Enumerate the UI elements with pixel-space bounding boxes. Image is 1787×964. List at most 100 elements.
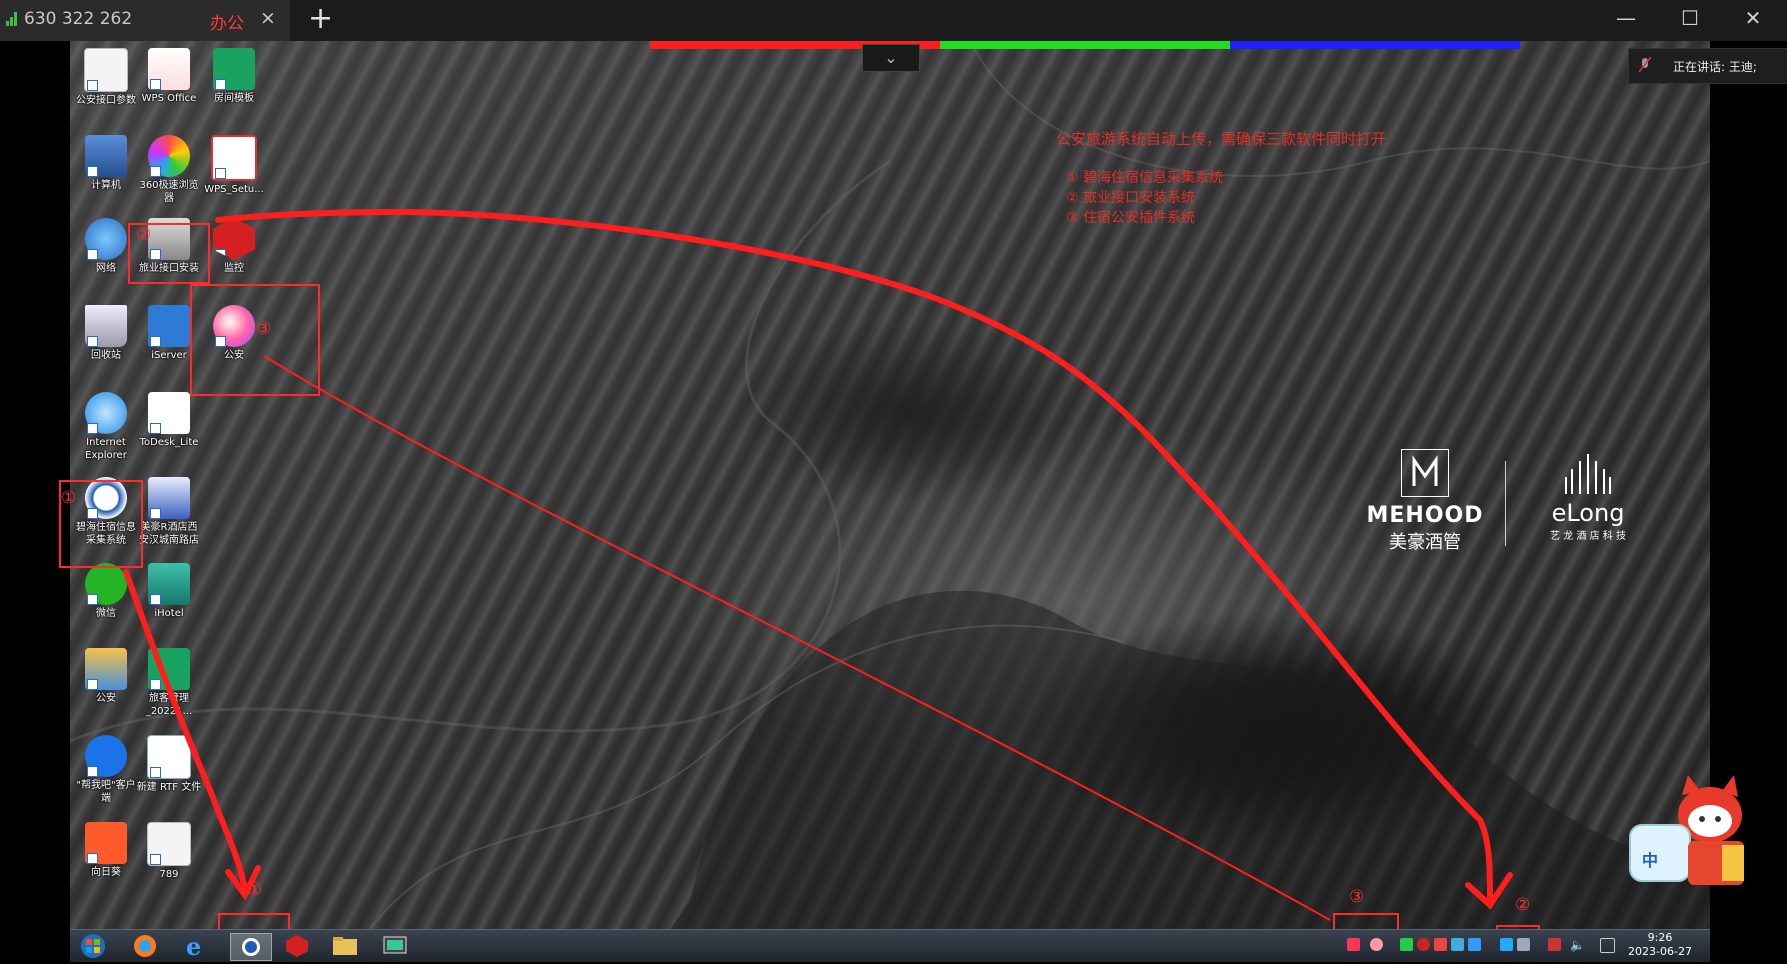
folder-zip-icon	[85, 648, 127, 690]
desktop-icon-sunflower[interactable]: 向日葵	[73, 822, 139, 879]
tray-police-plugin-icon[interactable]	[1370, 938, 1383, 951]
signal-icon	[6, 12, 20, 26]
bihai-icon[interactable]	[230, 933, 272, 961]
desktop-icon-label: 公安接口参数	[76, 95, 136, 106]
mehood-m-icon	[1401, 449, 1449, 497]
tray-wps-icon[interactable]	[1347, 938, 1360, 951]
desktop-icon-computer[interactable]: 计算机	[73, 135, 139, 192]
tray-todesk-icon[interactable]	[1500, 938, 1513, 951]
desktop-icon-label: 微信	[96, 608, 116, 619]
shortcut-arrow-icon	[87, 853, 98, 864]
taskbar: e 🔈	[70, 929, 1710, 962]
desktop-icon-360-browser[interactable]: 360极速浏览器	[136, 135, 202, 205]
desktop-icon-bangwoba[interactable]: "帮我吧"客户端	[73, 735, 139, 805]
tray-icon-5[interactable]	[1548, 938, 1561, 951]
desktop-icon-recycle-bin[interactable]: 回收站	[73, 305, 139, 362]
network-tray-icon[interactable]	[1600, 938, 1615, 953]
shortcut-arrow-icon	[87, 80, 98, 91]
tray-icon-3[interactable]	[1451, 938, 1464, 951]
desktop-icon-label: 监控	[224, 263, 244, 274]
clock-time: 9:26	[1647, 931, 1673, 944]
shortcut-arrow-icon	[150, 79, 161, 90]
mehood-cn: 美豪酒管	[1389, 532, 1461, 553]
rgb-bar-green	[940, 41, 1230, 49]
taskbar-marker-2-label: ②	[1515, 895, 1531, 915]
monitor-app-icon	[213, 218, 255, 260]
rgb-bar-blue	[1230, 41, 1520, 49]
desktop-icon-wps-setup[interactable]: WPS_Setu...	[201, 135, 267, 196]
tray-server-icon[interactable]	[1517, 938, 1530, 951]
remote-desktop: MEHOOD 美豪酒管 eLong 艺 龙 酒 店 科 技 公安旅游系统自动上传…	[70, 41, 1710, 929]
marker-3-label: ③	[256, 319, 272, 339]
desktop-icon-wps-office[interactable]: WPS Office	[136, 48, 202, 105]
wps-office-icon	[148, 48, 190, 90]
shortcut-arrow-icon	[150, 423, 161, 434]
desktop-icon-todesk[interactable]: ToDesk_Lite	[136, 392, 202, 449]
desktop-icon-wechat[interactable]: 微信	[73, 563, 139, 620]
chevron-down-icon[interactable]: ⌄	[862, 44, 920, 72]
desktop-icon-spreadsheet[interactable]: 旅客管理_20221...	[136, 648, 202, 718]
tray-icon-2[interactable]	[1434, 938, 1447, 951]
desktop-icon-label: WPS_Setu...	[204, 184, 264, 195]
shortcut-arrow-icon	[150, 594, 161, 605]
tray-monitor-icon[interactable]	[1417, 938, 1430, 951]
ihotel-icon	[148, 563, 190, 605]
desktop-icon-label: 房间模板	[214, 93, 254, 104]
desktop-icon-label: 向日葵	[91, 867, 121, 878]
remote-desktop-icon[interactable]	[378, 933, 418, 959]
tray-icon-4[interactable]	[1468, 938, 1481, 951]
desktop-icon-rtf-file[interactable]: 新建 RTF 文件	[136, 735, 202, 794]
desktop-icon-ihotel[interactable]: iHotel	[136, 563, 202, 620]
shortcut-arrow-icon	[150, 679, 161, 690]
volume-icon[interactable]: 🔈	[1570, 938, 1585, 952]
desktop-icon-label: Internet Explorer	[85, 437, 127, 461]
ie-icon[interactable]: e	[178, 932, 218, 961]
shortcut-arrow-icon	[87, 336, 98, 347]
ime-label: 中	[1642, 851, 1659, 870]
shortcut-arrow-icon	[150, 854, 161, 865]
desktop-icon-label: 美豪R酒店西安汉城南路店	[139, 522, 199, 546]
shortcut-arrow-icon	[215, 168, 226, 179]
start-icon[interactable]	[76, 933, 116, 959]
tray-icon-1[interactable]	[1400, 938, 1413, 951]
desktop-icon-label: WPS Office	[141, 93, 197, 104]
explorer-folder-icon[interactable]	[328, 933, 368, 959]
desktop-icon-ie[interactable]: Internet Explorer	[73, 392, 139, 462]
shortcut-arrow-icon	[150, 508, 161, 519]
clock[interactable]: 9:26 2023-06-27	[1625, 931, 1695, 959]
minimize-button[interactable]: —	[1606, 6, 1646, 30]
mic-muted-icon	[1638, 56, 1652, 73]
session-id: 630 322 262	[24, 9, 133, 29]
new-tab-button[interactable]: +	[308, 1, 333, 36]
360-browser-icon[interactable]	[128, 933, 168, 959]
rtf-file-icon	[147, 735, 191, 779]
desktop-icon-monitor-app[interactable]: 监控	[201, 218, 267, 275]
maximize-button[interactable]: ☐	[1670, 6, 1710, 30]
close-tab-icon[interactable]: ×	[260, 7, 276, 29]
desktop-icon-hotel-doc[interactable]: 美豪R酒店西安汉城南路店	[136, 477, 202, 547]
shortcut-arrow-icon	[215, 249, 226, 260]
desktop-icon-folder-zip[interactable]: 公安	[73, 648, 139, 705]
desktop-icon-label: ToDesk_Lite	[139, 437, 199, 448]
desktop-icon-label: 新建 RTF 文件	[136, 782, 202, 793]
wechat-icon	[85, 563, 127, 605]
shortcut-arrow-icon	[150, 166, 161, 177]
shortcut-arrow-icon	[215, 79, 226, 90]
logo-divider	[1505, 461, 1506, 546]
annotation-title: 公安旅游系统自动上传，需确保三款软件同时打开	[1056, 130, 1387, 148]
ime-mascot[interactable]: 中	[1618, 775, 1766, 895]
svg-text:e: e	[186, 933, 201, 959]
shortcut-arrow-icon	[87, 249, 98, 260]
desktop-icon-spreadsheet[interactable]: 房间模板	[201, 48, 267, 105]
monitor-app-icon[interactable]	[280, 933, 320, 959]
session-tab[interactable]: 630 322 262 办公 ×	[0, 0, 290, 41]
close-button[interactable]: ✕	[1733, 6, 1773, 30]
desktop-icon-document[interactable]: 公安接口参数	[73, 48, 139, 107]
elong-en: eLong	[1551, 499, 1625, 527]
shortcut-arrow-icon	[87, 166, 98, 177]
annotation-item-2: ② 旅业接口安装系统	[1066, 190, 1196, 206]
todesk-icon	[148, 392, 190, 434]
desktop-icon-label: 旅客管理_20221...	[145, 693, 193, 717]
desktop-icon-text-file[interactable]: 789	[136, 822, 202, 881]
shortcut-arrow-icon	[87, 594, 98, 605]
